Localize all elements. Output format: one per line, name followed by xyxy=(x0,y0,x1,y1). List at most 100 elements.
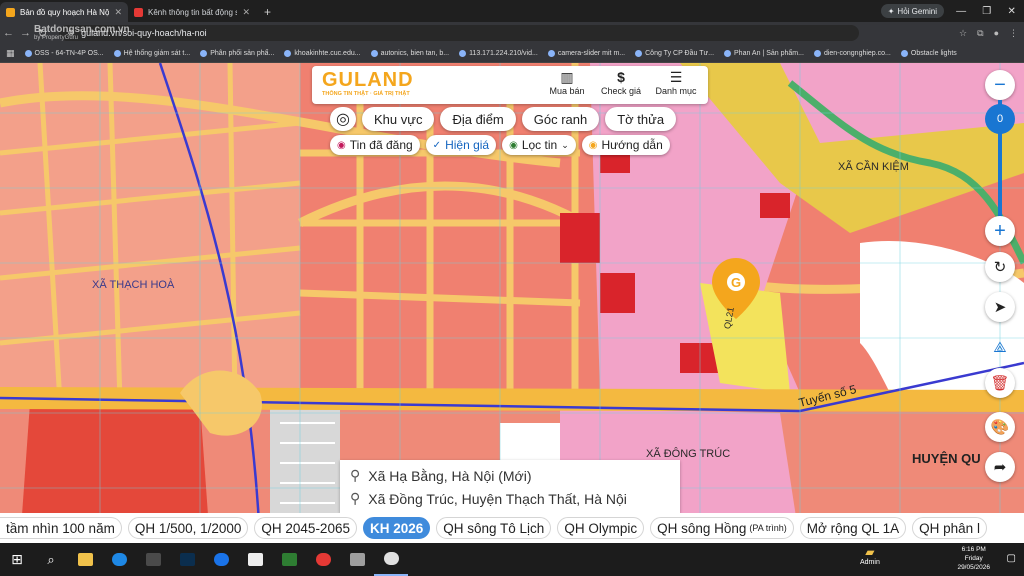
palette-icon: 🎨 xyxy=(990,419,1010,436)
taskbar-app[interactable] xyxy=(306,543,340,576)
bookmark-label: autonics, bien tan, b... xyxy=(380,49,450,57)
secondary-filter-row: ◉ Tin đã đăng ✓ Hiện giá ◉ Lọc tin ⌄ ◉ Hướng … xyxy=(330,135,670,155)
taskbar-app[interactable] xyxy=(170,543,204,576)
layer-color-button[interactable]: 🎨 xyxy=(985,412,1015,442)
system-clock[interactable]: 6:16 PM Friday 29/05/2026 xyxy=(957,545,990,572)
hien-gia-chip[interactable]: ✓ Hiện giá xyxy=(425,135,497,155)
window-controls: — ❐ ✕ xyxy=(948,0,1024,22)
bookmark-item[interactable]: 113.171.224.210/vid... xyxy=(459,49,538,57)
extensions-icon[interactable]: ⧉ xyxy=(977,28,983,39)
crosshair-icon: ◎ xyxy=(336,111,350,128)
tab-news[interactable]: Kênh thông tin bất động sản - ✕ xyxy=(128,2,256,22)
search-icon: ⌕ xyxy=(47,551,55,567)
taskbar-app[interactable] xyxy=(238,543,272,576)
gemini-button[interactable]: ✦ Hỏi Gemini xyxy=(880,4,944,18)
bookmark-icon xyxy=(724,49,732,57)
taskbar-app[interactable] xyxy=(136,543,170,576)
maximize-icon[interactable]: ❐ xyxy=(982,6,991,17)
location-line-old: ⚲ Xã Đồng Trúc, Huyện Thạch Thất, Hà Nội xyxy=(350,487,670,510)
close-window-icon[interactable]: ✕ xyxy=(1007,6,1015,17)
bookmark-item[interactable]: autonics, bien tan, b... xyxy=(370,49,450,57)
plan-phan-lo[interactable]: QH phân l xyxy=(912,517,987,539)
search-button[interactable]: ⌕ xyxy=(34,543,68,576)
more-menu-icon[interactable]: ⋮ xyxy=(1009,28,1018,39)
bookmark-item[interactable]: Phan An | Sản phẩm... xyxy=(724,49,804,57)
bookmark-item[interactable]: OSS - 64-TN-4P OS... xyxy=(24,49,104,57)
huong-dan-chip[interactable]: ◉ Hướng dẫn xyxy=(581,135,670,155)
zoom-level-badge[interactable]: 0 xyxy=(985,104,1015,134)
zalo-icon xyxy=(281,553,297,566)
bookmark-icon xyxy=(547,49,555,57)
dia-diem-button[interactable]: Địa điểm xyxy=(440,107,516,131)
measure-button[interactable]: ⟁ xyxy=(985,332,1015,362)
mua-ban-label: Mua bán xyxy=(549,86,585,96)
goc-ranh-button[interactable]: Góc ranh xyxy=(521,107,600,131)
delete-button[interactable]: 🗑 xyxy=(985,368,1015,398)
bookmark-item[interactable]: dien-congnghiep.co... xyxy=(813,49,891,57)
minimize-icon[interactable]: — xyxy=(956,6,966,17)
profile-icon[interactable]: ● xyxy=(994,28,999,39)
bookmark-label: OSS - 64-TN-4P OS... xyxy=(34,49,104,57)
taskbar-app[interactable] xyxy=(272,543,306,576)
bookmark-label: Công Ty CP Đầu Tư... xyxy=(645,49,715,57)
plan-qh-1-500[interactable]: QH 1/500, 1/2000 xyxy=(127,517,249,539)
check-gia-button[interactable]: $ Check giá xyxy=(596,69,646,96)
tab-title: Bản đồ quy hoạch Hà Nội, tra c xyxy=(20,7,110,17)
forward-icon[interactable]: → xyxy=(17,27,34,39)
zoom-out-button[interactable]: − xyxy=(985,70,1015,100)
share-button[interactable]: ➦ xyxy=(985,452,1015,482)
guland-logo[interactable]: GULAND xyxy=(322,69,414,92)
plan-label: QH sông Hồng xyxy=(657,520,747,536)
taskbar-app[interactable] xyxy=(68,543,102,576)
refresh-button[interactable]: ↻ xyxy=(985,252,1015,282)
close-tab-icon[interactable]: ✕ xyxy=(242,7,250,18)
loc-tin-chip[interactable]: ◉ Lọc tin ⌄ xyxy=(502,135,576,155)
taskbar-app[interactable] xyxy=(102,543,136,576)
photoshop-icon xyxy=(179,553,195,566)
taskbar-app[interactable] xyxy=(340,543,374,576)
danh-muc-label: Danh mục xyxy=(655,86,697,96)
label-thach-hoa: XÃ THẠCH HOÀ xyxy=(92,279,175,291)
plan-qh-2045[interactable]: QH 2045-2065 xyxy=(254,517,357,539)
start-button[interactable]: ⊞ xyxy=(0,543,34,576)
taskbar-app[interactable] xyxy=(204,543,238,576)
tin-da-dang-chip[interactable]: ◉ Tin đã đăng xyxy=(330,135,420,155)
pin-icon: ◉ xyxy=(337,139,346,151)
plan-tam-nhin[interactable]: tầm nhìn 100 năm xyxy=(0,517,122,539)
plan-song-to-lich[interactable]: QH sông Tô Lịch xyxy=(436,517,552,539)
plan-ql-1a[interactable]: Mở rộng QL 1A xyxy=(799,517,907,539)
khu-vuc-button[interactable]: Khu vực xyxy=(362,107,435,131)
mua-ban-button[interactable]: ▥ Mua bán xyxy=(542,69,592,96)
plan-kh-2026[interactable]: KH 2026 xyxy=(362,517,431,539)
danh-muc-button[interactable]: ☰ Danh mục xyxy=(651,69,701,96)
bookmark-item[interactable]: khoakinhte.cuc.edu... xyxy=(284,49,361,57)
bookmark-label: Phân phối sản phẩ... xyxy=(210,49,275,57)
bookmark-icon xyxy=(113,49,121,57)
location-info-card[interactable]: ⚲ Xã Hạ Bằng, Hà Nội (Mới) ⚲ Xã Đồng Trú… xyxy=(340,460,680,513)
close-tab-icon[interactable]: ✕ xyxy=(114,7,122,18)
bookmark-icon xyxy=(459,49,467,57)
chrome-icon xyxy=(383,552,399,565)
tab-guland[interactable]: Bản đồ quy hoạch Hà Nội, tra c ✕ xyxy=(0,2,128,22)
apps-icon[interactable]: ▦ xyxy=(6,48,15,59)
zoom-in-button[interactable]: + xyxy=(985,216,1015,246)
bookmark-item[interactable]: Phân phối sản phẩ... xyxy=(200,49,275,57)
notification-icon[interactable]: ▢ xyxy=(1007,553,1016,564)
navigate-button[interactable]: ➤ xyxy=(985,292,1015,322)
bookmark-item[interactable]: Obstacle lights xyxy=(900,49,957,57)
to-thua-button[interactable]: Tờ thửa xyxy=(605,107,677,131)
bookmark-item[interactable]: Hệ thống giám sát t... xyxy=(113,49,190,57)
new-tab-button[interactable]: + xyxy=(256,2,279,22)
plan-olympic[interactable]: QH Olympic xyxy=(557,517,645,539)
plan-song-hong[interactable]: QH sông Hồng (PA trình) xyxy=(650,517,794,539)
user-tray[interactable]: ▰ Admin xyxy=(860,545,880,566)
back-icon[interactable]: ← xyxy=(0,27,17,39)
news-favicon-icon xyxy=(134,7,143,17)
bookmark-item[interactable]: camera-slider mit m... xyxy=(547,49,625,57)
bookmark-item[interactable]: Công Ty CP Đầu Tư... xyxy=(635,49,715,57)
locate-button[interactable]: ◎ xyxy=(330,107,356,131)
url-field[interactable]: ⚙ guland.vn/soi-quy-hoach/ha-noi xyxy=(59,25,859,41)
bookmark-star-icon[interactable]: ☆ xyxy=(959,28,967,39)
bookmark-label: Phan An | Sản phẩm... xyxy=(734,49,804,57)
taskbar-app[interactable] xyxy=(374,543,408,576)
